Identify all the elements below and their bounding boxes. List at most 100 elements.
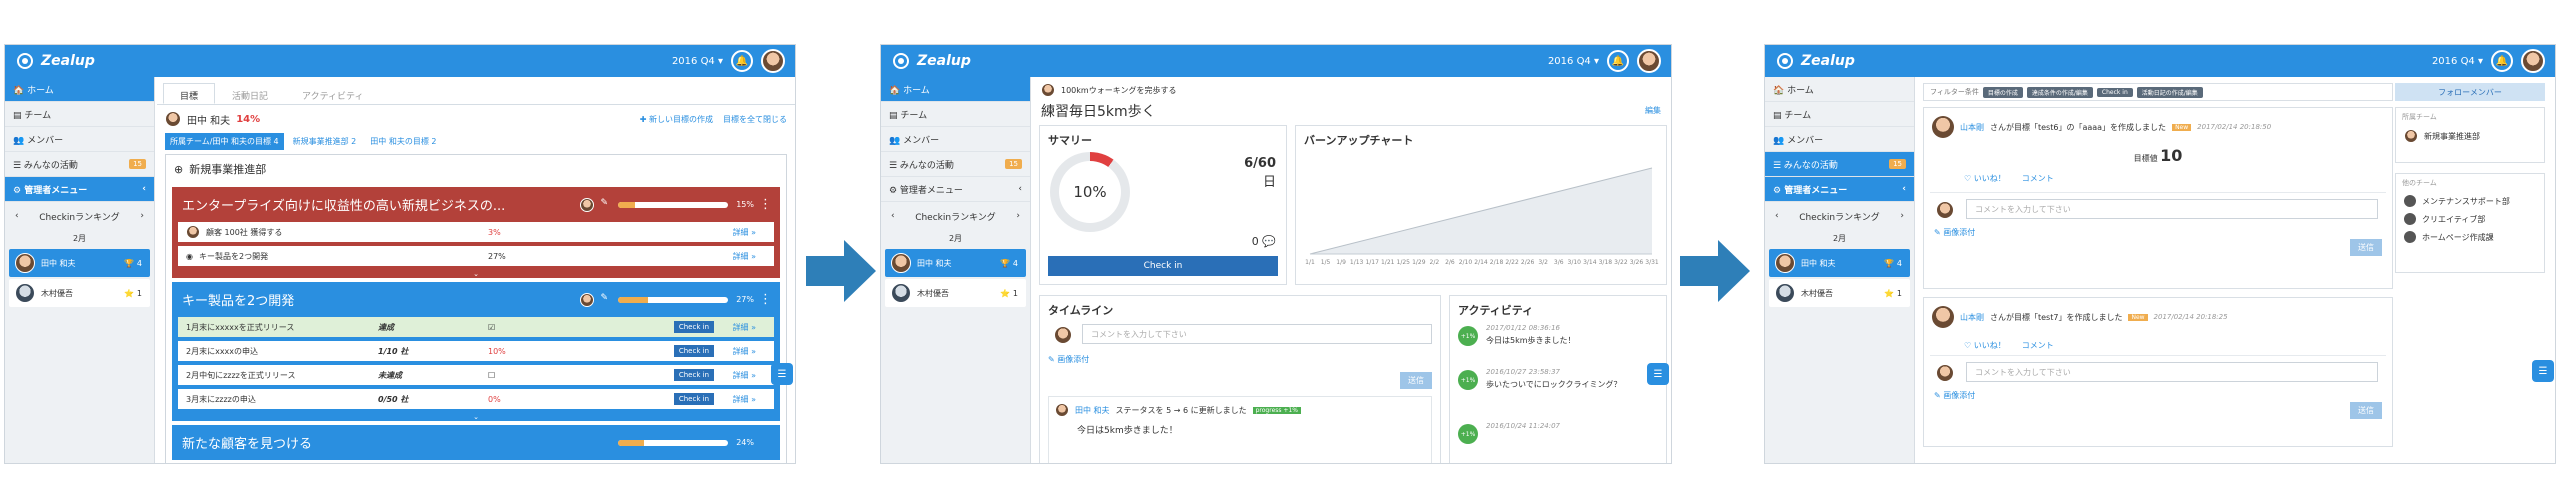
filter-chip[interactable]: 目標の作成 xyxy=(1982,86,2023,98)
comment-button[interactable]: コメント xyxy=(2022,173,2054,184)
bell-icon[interactable]: 🔔 xyxy=(731,50,753,72)
image-attach-link[interactable]: ✎ 画像添付 xyxy=(1934,227,1975,238)
like-button[interactable]: ♡ いいね！ xyxy=(1964,340,2006,351)
filter-chip[interactable]: 達成条件の作成/編集 xyxy=(2026,86,2093,98)
post-button[interactable]: 送信 xyxy=(1400,372,1432,389)
sidebar-item-home[interactable]: 🏠 ホーム xyxy=(1765,77,1914,102)
comment-input[interactable]: コメントを入力して下さい xyxy=(1966,362,2378,382)
sidebar-item-admin[interactable]: ⚙ 管理者メニュー ‹ xyxy=(5,177,154,202)
comment-input[interactable]: コメントを入力して下さい xyxy=(1966,199,2378,219)
image-attach-link[interactable]: ✎ 画像添付 xyxy=(1934,390,1975,401)
more-vert-icon[interactable]: ⋮ xyxy=(759,292,772,307)
sidebar-item-admin[interactable]: ⚙ 管理者メニュー ‹ xyxy=(1765,177,1914,202)
key-result-row[interactable]: ◉ キー製品を2つ開発 27% 詳細 » xyxy=(178,246,774,266)
sidebar-item-members[interactable]: 👥 メンバー xyxy=(1765,127,1914,152)
comment-input[interactable]: コメントを入力して下さい xyxy=(1082,324,1432,344)
sidebar-item-home[interactable]: 🏠 ホーム xyxy=(881,77,1030,102)
ranking-next-button[interactable]: › xyxy=(1900,211,1904,221)
ranking-prev-button[interactable]: ‹ xyxy=(1775,211,1779,221)
period-select[interactable]: 2016 Q4 ▾ xyxy=(2432,56,2483,67)
key-result-row[interactable]: 1月末にxxxxxを正式リリース 達成 ☑ Check in 詳細 » xyxy=(178,317,774,337)
check-in-button[interactable]: Check in xyxy=(673,345,714,357)
tab-activity[interactable]: アクティビティ xyxy=(285,83,380,104)
post-button[interactable]: 送信 xyxy=(2350,239,2382,256)
check-in-button[interactable]: Check in xyxy=(673,393,714,405)
check-in-button[interactable]: Check in xyxy=(1048,256,1278,276)
key-result-row[interactable]: 2月中旬にzzzzを正式リリース 未達成 ☐ Check in 詳細 » xyxy=(178,365,774,385)
filter-chip[interactable]: Check in xyxy=(2096,87,2133,97)
chevron-down-icon[interactable]: ⌄ xyxy=(172,413,780,421)
ranking-row[interactable]: 田中 和夫 🏆 4 xyxy=(1769,249,1910,277)
period-select[interactable]: 2016 Q4 ▾ xyxy=(672,56,723,67)
user-avatar[interactable] xyxy=(761,49,785,73)
detail-link[interactable]: 詳細 » xyxy=(733,346,756,357)
subtab-my-goals[interactable]: 田中 和夫の目標 2 xyxy=(365,133,441,150)
key-result-row[interactable]: 2月末にxxxxの申込 1/10 社 10% Check in 詳細 » xyxy=(178,341,774,361)
ranking-row[interactable]: 木村優吾 ⭐ 1 xyxy=(1769,279,1910,307)
parent-goal[interactable]: 100kmウォーキングを完歩する xyxy=(1041,83,1663,97)
filter-chip[interactable]: 活動日記の作成/編集 xyxy=(2136,86,2203,98)
ranking-next-button[interactable]: › xyxy=(1016,211,1020,221)
comment-button[interactable]: コメント xyxy=(2022,340,2054,351)
brand-name[interactable]: Zealup xyxy=(41,53,95,69)
detail-link[interactable]: 詳細 » xyxy=(733,227,756,238)
ranking-row[interactable]: 木村優吾 ⭐ 1 xyxy=(9,279,150,307)
collapse-all-link[interactable]: 目標を全て閉じる xyxy=(723,114,787,125)
chat-icon[interactable]: ☰ xyxy=(2532,360,2554,382)
chat-icon[interactable]: ☰ xyxy=(771,363,793,385)
period-select[interactable]: 2016 Q4 ▾ xyxy=(1548,56,1599,67)
like-button[interactable]: ♡ いいね！ xyxy=(1964,173,2006,184)
check-in-button[interactable]: Check in xyxy=(673,321,714,333)
sidebar-item-activity[interactable]: ☰ みんなの活動 15 xyxy=(1765,152,1914,177)
sidebar-item-team[interactable]: ▤ チーム xyxy=(881,102,1030,127)
edit-icon[interactable]: ✎ xyxy=(600,198,608,212)
ranking-prev-button[interactable]: ‹ xyxy=(891,211,895,221)
subtab-team-goals[interactable]: 所属チーム/田中 和夫の目標 4 xyxy=(165,133,284,150)
team-row[interactable]: メンテナンスサポート部 xyxy=(2396,192,2544,210)
team-row[interactable]: 新規事業推進部 xyxy=(2396,126,2544,146)
comment-count[interactable]: 0 💬 xyxy=(1252,235,1276,248)
sidebar-item-members[interactable]: 👥 メンバー xyxy=(5,127,154,152)
new-goal-link[interactable]: ✚ 新しい目標の作成 xyxy=(640,114,713,125)
tab-diary[interactable]: 活動日記 xyxy=(215,83,285,104)
team-row[interactable]: ホームページ作成課 xyxy=(2396,228,2544,246)
ranking-row[interactable]: 田中 和夫 🏆 4 xyxy=(885,249,1026,277)
image-attach-link[interactable]: ✎ 画像添付 xyxy=(1048,354,1089,365)
tab-goals[interactable]: 目標 xyxy=(163,83,216,104)
ranking-next-button[interactable]: › xyxy=(140,211,144,221)
team-row[interactable]: クリエイティブ部 xyxy=(2396,210,2544,228)
goal-title[interactable]: キー製品を2つ開発 xyxy=(182,290,294,309)
detail-link[interactable]: 詳細 » xyxy=(733,322,756,333)
edit-icon[interactable]: ✎ xyxy=(600,293,608,307)
user-avatar[interactable] xyxy=(2521,49,2545,73)
brand-name[interactable]: Zealup xyxy=(1801,53,1855,69)
more-vert-icon[interactable]: ⋮ xyxy=(759,197,772,212)
feed-user[interactable]: 山本剛 xyxy=(1960,312,1984,323)
follow-members-button[interactable]: フォローメンバー xyxy=(2395,83,2545,101)
detail-link[interactable]: 詳細 » xyxy=(733,251,756,262)
entry-user[interactable]: 田中 和夫 xyxy=(1075,405,1110,416)
chat-icon[interactable]: ☰ xyxy=(1647,363,1669,385)
sidebar-item-team[interactable]: ▤ チーム xyxy=(1765,102,1914,127)
sidebar-item-members[interactable]: 👥 メンバー xyxy=(881,127,1030,152)
ranking-row[interactable]: 木村優吾 ⭐ 1 xyxy=(885,279,1026,307)
post-button[interactable]: 送信 xyxy=(2350,402,2382,419)
brand-name[interactable]: Zealup xyxy=(917,53,971,69)
sidebar-item-team[interactable]: ▤ チーム xyxy=(5,102,154,127)
bell-icon[interactable]: 🔔 xyxy=(1607,50,1629,72)
ranking-row[interactable]: 田中 和夫 🏆 4 xyxy=(9,249,150,277)
sidebar-item-admin[interactable]: ⚙ 管理者メニュー ‹ xyxy=(881,177,1030,202)
user-avatar[interactable] xyxy=(1637,49,1661,73)
key-result-row[interactable]: 3月末にzzzzの申込 0/50 社 0% Check in 詳細 » xyxy=(178,389,774,409)
detail-link[interactable]: 詳細 » xyxy=(733,394,756,405)
goal-title[interactable]: 新たな顧客を見つける xyxy=(182,433,312,452)
sidebar-item-activity[interactable]: ☰ みんなの活動 15 xyxy=(881,152,1030,177)
goal-title[interactable]: エンタープライズ向けに収益性の高い新規ビジネスの... xyxy=(182,195,505,214)
chevron-down-icon[interactable]: ⌄ xyxy=(172,270,780,278)
edit-link[interactable]: 編集 xyxy=(1645,105,1661,116)
detail-link[interactable]: 詳細 » xyxy=(733,370,756,381)
sidebar-item-home[interactable]: 🏠 ホーム xyxy=(5,77,154,102)
feed-user[interactable]: 山本剛 xyxy=(1960,122,1984,133)
check-in-button[interactable]: Check in xyxy=(673,369,714,381)
subtab-dept-goals[interactable]: 新規事業推進部 2 xyxy=(288,133,362,150)
